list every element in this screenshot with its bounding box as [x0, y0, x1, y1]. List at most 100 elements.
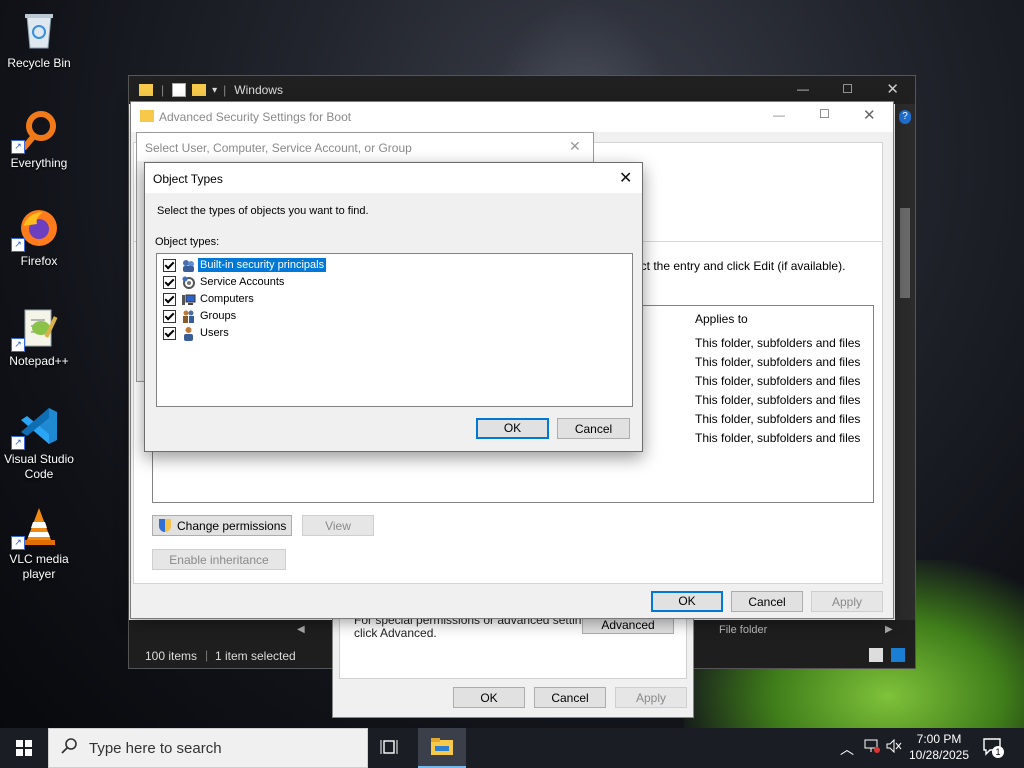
object-types-list-label: Object types:	[155, 236, 220, 248]
explorer-scrollbar[interactable]: ?	[895, 104, 915, 620]
advanced-ok-button[interactable]: OK	[651, 591, 723, 612]
notepadpp-icon: ↗	[11, 306, 61, 352]
shortcut-arrow-icon: ↗	[11, 436, 25, 450]
object-types-titlebar: Object Types ✕	[145, 163, 642, 193]
volume-muted-icon[interactable]	[886, 738, 902, 754]
checkbox-checked[interactable]	[163, 275, 176, 289]
object-types-title: Object Types	[153, 172, 223, 186]
applies-to-column: This folder, subfolders and files This f…	[695, 334, 860, 448]
close-icon[interactable]: ✕	[886, 80, 899, 98]
table-row[interactable]: This folder, subfolders and files	[695, 372, 860, 391]
object-types-ok-button[interactable]: OK	[476, 418, 549, 439]
list-item[interactable]: Groups	[163, 308, 236, 324]
view-button[interactable]: View	[302, 515, 374, 536]
change-permissions-button[interactable]: Change permissions	[152, 515, 292, 536]
column-applies-to[interactable]: Applies to	[695, 312, 748, 326]
list-item[interactable]: Users	[163, 325, 229, 341]
file-folder-text: File folder	[719, 624, 768, 636]
shortcut-arrow-icon: ↗	[11, 238, 25, 252]
new-folder-quick-icon[interactable]	[192, 84, 207, 96]
checkbox-checked[interactable]	[163, 309, 176, 323]
maximize-icon[interactable]: ☐	[842, 82, 853, 96]
object-types-list[interactable]: Built-in security principals Service Acc…	[156, 253, 633, 407]
close-icon[interactable]: ✕	[619, 168, 632, 188]
properties-quick-icon[interactable]	[172, 83, 187, 97]
service-accounts-icon	[181, 275, 196, 290]
show-hidden-icons-icon[interactable]: ︿	[840, 739, 854, 759]
desktop-icon-notepadpp[interactable]: ↗ Notepad++	[0, 306, 78, 369]
windows-logo-icon	[16, 740, 32, 756]
separator: |	[161, 83, 165, 97]
search-placeholder: Type here to search	[89, 739, 222, 757]
uac-shield-icon	[159, 519, 171, 532]
desktop-icon-firefox[interactable]: ↗ Firefox	[0, 206, 78, 269]
properties-cancel-button[interactable]: Cancel	[534, 687, 606, 708]
table-row[interactable]: This folder, subfolders and files	[695, 429, 860, 448]
vlc-cone-icon: ↗	[11, 504, 61, 550]
task-view-icon[interactable]	[380, 738, 402, 758]
close-icon[interactable]: ✕	[569, 138, 581, 155]
recycle-bin-icon	[17, 8, 61, 52]
desktop-icon-vscode[interactable]: ↗ Visual Studio Code	[0, 404, 78, 482]
advanced-apply-button[interactable]: Apply	[811, 591, 883, 612]
table-row[interactable]: This folder, subfolders and files	[695, 334, 860, 353]
list-item[interactable]: Built-in security principals	[163, 257, 328, 273]
special-text-line2: click Advanced.	[354, 626, 437, 640]
desktop-icon-label: VLC media player	[9, 552, 69, 581]
enable-inheritance-button[interactable]: Enable inheritance	[152, 549, 286, 570]
checkbox-checked[interactable]	[163, 258, 176, 272]
change-permissions-label: Change permissions	[177, 519, 287, 533]
desktop-icon-everything[interactable]: ↗ Everything	[0, 108, 78, 171]
file-explorer-taskbar-button[interactable]	[418, 728, 466, 768]
status-separator: |	[205, 648, 209, 662]
everything-search-icon: ↗	[11, 108, 61, 154]
separator: |	[223, 83, 227, 97]
list-item-label[interactable]: Computers	[200, 293, 254, 305]
object-types-cancel-button[interactable]: Cancel	[557, 418, 630, 439]
desktop-icon-label: Recycle Bin	[7, 56, 71, 70]
clock[interactable]: 7:00 PM 10/28/2025	[906, 731, 972, 763]
network-icon[interactable]	[864, 739, 880, 753]
start-button[interactable]	[0, 728, 48, 768]
scrollbar-thumb[interactable]	[900, 208, 910, 298]
table-row[interactable]: This folder, subfolders and files	[695, 410, 860, 429]
advanced-title: Advanced Security Settings for Boot	[159, 110, 352, 124]
table-row[interactable]: This folder, subfolders and files	[695, 391, 860, 410]
shortcut-arrow-icon: ↗	[11, 338, 25, 352]
list-item[interactable]: Computers	[163, 291, 254, 307]
help-icon[interactable]: ?	[899, 110, 911, 124]
quick-access-dropdown-icon[interactable]: ▾	[212, 85, 217, 96]
instruction-text: ect the entry and click Edit (if availab…	[634, 259, 846, 273]
clock-date: 10/28/2025	[908, 748, 970, 762]
taskbar-search-box[interactable]: Type here to search	[48, 728, 368, 768]
select-user-title: Select User, Computer, Service Account, …	[145, 141, 412, 155]
list-item[interactable]: Service Accounts	[163, 274, 284, 290]
groups-icon	[181, 309, 196, 324]
large-icons-view-icon[interactable]	[891, 648, 905, 662]
advanced-cancel-button[interactable]: Cancel	[731, 591, 803, 612]
scroll-left-icon[interactable]: ◀	[297, 624, 305, 635]
scroll-right-icon[interactable]: ▶	[885, 624, 893, 635]
list-item-label[interactable]: Service Accounts	[200, 276, 284, 288]
desktop-icon-vlc[interactable]: ↗ VLC media player	[0, 504, 78, 582]
clock-time: 7:00 PM	[916, 732, 962, 746]
object-types-instruction: Select the types of objects you want to …	[157, 205, 369, 217]
file-explorer-icon	[431, 738, 453, 755]
notification-center-icon[interactable]: 1	[982, 736, 1004, 758]
details-view-icon[interactable]	[869, 648, 883, 662]
list-item-label-selected[interactable]: Built-in security principals	[196, 257, 328, 273]
taskbar: Type here to search ︿ 7:00 PM 10/28/2025…	[0, 728, 1024, 768]
close-icon[interactable]: ✕	[863, 106, 876, 124]
maximize-icon[interactable]: ☐	[819, 107, 830, 121]
minimize-icon[interactable]: —	[797, 82, 809, 96]
table-row[interactable]: This folder, subfolders and files	[695, 353, 860, 372]
desktop-icon-recycle-bin[interactable]: Recycle Bin	[0, 8, 78, 71]
properties-apply-button[interactable]: Apply	[615, 687, 687, 708]
list-item-label[interactable]: Users	[200, 327, 229, 339]
checkbox-checked[interactable]	[163, 292, 176, 306]
properties-ok-button[interactable]: OK	[453, 687, 525, 708]
checkbox-checked[interactable]	[163, 326, 176, 340]
minimize-icon[interactable]: —	[773, 108, 785, 122]
list-item-label[interactable]: Groups	[200, 310, 236, 322]
search-icon	[61, 737, 81, 759]
